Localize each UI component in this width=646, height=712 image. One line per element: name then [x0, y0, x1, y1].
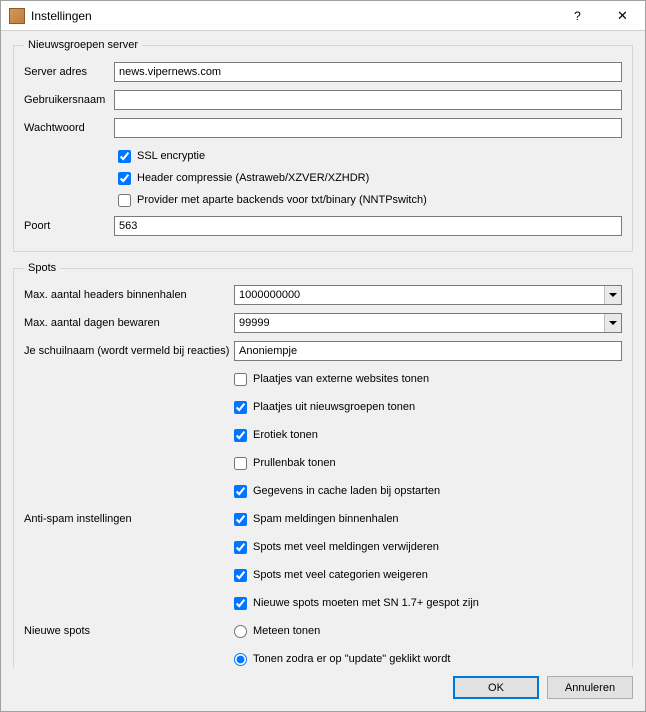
- max-days-combo[interactable]: [234, 313, 622, 333]
- trash-label: Prullenbak tonen: [253, 457, 336, 469]
- external-images-label: Plaatjes van externe websites tonen: [253, 373, 429, 385]
- port-input[interactable]: [114, 216, 622, 236]
- ok-button[interactable]: OK: [453, 676, 539, 699]
- port-label: Poort: [24, 220, 114, 232]
- password-label: Wachtwoord: [24, 122, 114, 134]
- trash-checkbox[interactable]: [234, 457, 247, 470]
- show-on-update-radio[interactable]: [234, 653, 247, 666]
- ssl-label: SSL encryptie: [137, 150, 205, 162]
- erotiek-checkbox[interactable]: [234, 429, 247, 442]
- remove-reported-checkbox[interactable]: [234, 541, 247, 554]
- group-newsgroup-server: Nieuwsgroepen server Server adres Gebrui…: [13, 39, 633, 252]
- newsgroup-images-label: Plaatjes uit nieuwsgroepen tonen: [253, 401, 415, 413]
- show-immediately-radio[interactable]: [234, 625, 247, 638]
- cache-label: Gegevens in cache laden bij opstarten: [253, 485, 440, 497]
- chevron-down-icon[interactable]: [604, 286, 621, 304]
- dialog-content: Nieuwsgroepen server Server adres Gebrui…: [1, 31, 645, 668]
- spam-reports-label: Spam meldingen binnenhalen: [253, 513, 399, 525]
- cancel-button[interactable]: Annuleren: [547, 676, 633, 699]
- show-on-update-label: Tonen zodra er op "update" geklikt wordt: [253, 653, 450, 665]
- help-icon[interactable]: ?: [555, 1, 600, 30]
- provider-split-checkbox[interactable]: [118, 194, 131, 207]
- window-title: Instellingen: [31, 9, 92, 23]
- username-label: Gebruikersnaam: [24, 94, 114, 106]
- max-headers-combo[interactable]: [234, 285, 622, 305]
- show-immediately-label: Meteen tonen: [253, 625, 320, 637]
- nickname-label: Je schuilnaam (wordt vermeld bij reactie…: [24, 345, 234, 357]
- ssl-checkbox[interactable]: [118, 150, 131, 163]
- erotiek-label: Erotiek tonen: [253, 429, 318, 441]
- sn17-checkbox[interactable]: [234, 597, 247, 610]
- refuse-categories-checkbox[interactable]: [234, 569, 247, 582]
- app-icon: [9, 8, 25, 24]
- server-address-input[interactable]: [114, 62, 622, 82]
- server-address-label: Server adres: [24, 66, 114, 78]
- header-compression-checkbox[interactable]: [118, 172, 131, 185]
- header-compression-label: Header compressie (Astraweb/XZVER/XZHDR): [137, 172, 369, 184]
- nickname-input[interactable]: [234, 341, 622, 361]
- close-icon[interactable]: ✕: [600, 1, 645, 30]
- password-input[interactable]: [114, 118, 622, 138]
- remove-reported-label: Spots met veel meldingen verwijderen: [253, 541, 439, 553]
- titlebar: Instellingen ? ✕: [1, 1, 645, 31]
- cache-checkbox[interactable]: [234, 485, 247, 498]
- settings-window: Instellingen ? ✕ Nieuwsgroepen server Se…: [0, 0, 646, 712]
- spam-reports-checkbox[interactable]: [234, 513, 247, 526]
- max-days-value[interactable]: [235, 314, 604, 332]
- sn17-label: Nieuwe spots moeten met SN 1.7+ gespot z…: [253, 597, 479, 609]
- max-headers-value[interactable]: [235, 286, 604, 304]
- provider-split-label: Provider met aparte backends voor txt/bi…: [137, 194, 427, 206]
- chevron-down-icon[interactable]: [604, 314, 621, 332]
- max-headers-label: Max. aantal headers binnenhalen: [24, 289, 234, 301]
- antispam-section-label: Anti-spam instellingen: [24, 513, 234, 525]
- username-input[interactable]: [114, 90, 622, 110]
- newsgroup-images-checkbox[interactable]: [234, 401, 247, 414]
- group-spots-legend: Spots: [24, 262, 60, 274]
- external-images-checkbox[interactable]: [234, 373, 247, 386]
- max-days-label: Max. aantal dagen bewaren: [24, 317, 234, 329]
- new-spots-section-label: Nieuwe spots: [24, 625, 234, 637]
- dialog-footer: OK Annuleren: [1, 668, 645, 711]
- group-newsgroup-server-legend: Nieuwsgroepen server: [24, 39, 142, 51]
- refuse-categories-label: Spots met veel categorien weigeren: [253, 569, 428, 581]
- group-spots: Spots Max. aantal headers binnenhalen Ma…: [13, 262, 633, 668]
